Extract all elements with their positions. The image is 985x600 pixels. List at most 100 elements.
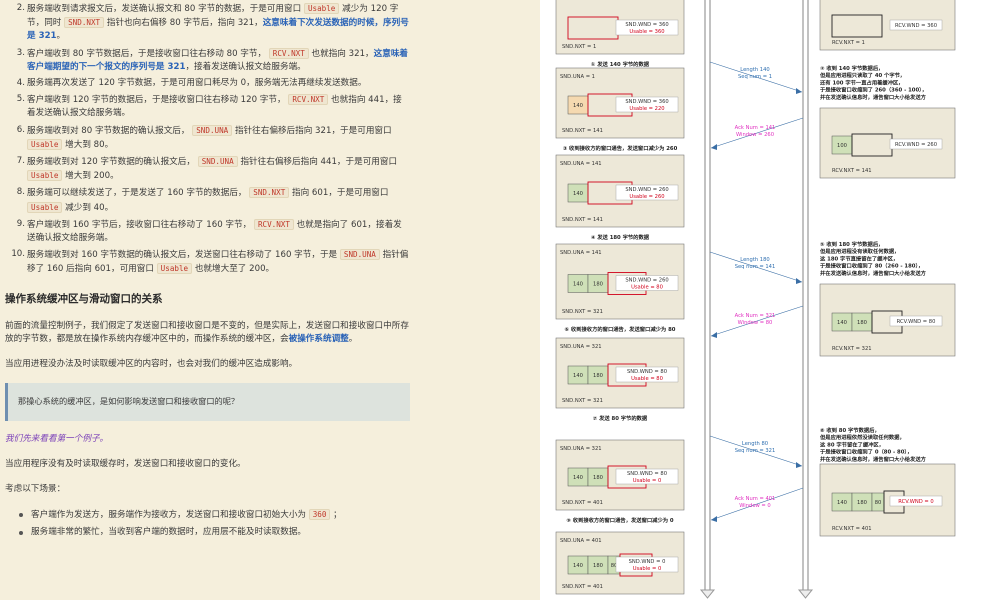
receiver-note-line: 这 180 字节直接留在了缓冲区， <box>820 254 898 262</box>
paragraph-2: 当应用进程没办法及时读取缓冲区的内容时，也会对我们的缓冲区造成影响。 <box>5 359 298 370</box>
buffer-cell-label: 140 <box>837 320 847 326</box>
rcv-nxt-label: RCV.NXT = 1 <box>832 40 865 46</box>
arrow-label: Window = 260 <box>736 132 774 138</box>
snd-nxt-label: SND.NXT = 321 <box>562 398 603 404</box>
step-title: ④ 发送 180 字节的数据 <box>591 233 650 241</box>
snd-nxt-label: SND.NXT = 1 <box>562 44 596 50</box>
text-span: 指针往右偏移后指向 441，于是可用窗口 <box>237 157 398 168</box>
buffer-cell-label: 180 <box>593 475 603 481</box>
inline-code: Usable <box>27 201 63 213</box>
inline-code: SND.UNA <box>339 249 380 261</box>
text-span: 减少到 40。 <box>62 202 114 213</box>
receiver-note-line: 于是接收窗口收缩到了 0（80 - 80）， <box>820 448 912 456</box>
buffer-cell-label: 140 <box>573 475 583 481</box>
rcv-nxt-label: RCV.NXT = 321 <box>832 346 872 352</box>
usable-label: Usable = 260 <box>629 194 664 200</box>
arrowhead <box>796 462 802 468</box>
rcv-wnd-label: RCV.WND = 360 <box>895 23 937 29</box>
snd-wnd-label: SND.WND = 360 <box>625 22 668 28</box>
inline-code: SND.UNA <box>197 156 238 168</box>
snd-wnd-label: SND.WND = 260 <box>625 278 668 284</box>
text-span: ，接着发送确认报文给服务端。 <box>185 61 306 72</box>
inline-code: Usable <box>27 138 63 150</box>
inline-code: SND.NXT <box>64 17 105 29</box>
buffer-cell-label: 80 <box>875 500 882 506</box>
snd-una-label: SND.UNA = 321 <box>560 344 602 350</box>
article-content: 2. 服务端收到请求报文后，发送确认报文和 80 字节的数据，于是可用窗口 Usa… <box>0 0 418 600</box>
step-number: 8. <box>16 187 25 198</box>
inline-code: Usable <box>303 3 340 14</box>
text-span: 服务端收到对 120 字节数据的确认报文后， <box>27 157 198 168</box>
text-span: 增大到 80。 <box>62 139 114 150</box>
arrowhead <box>711 332 717 338</box>
receiver-note-line: 于是接收窗口收缩到了 260（360 - 100）， <box>820 86 927 94</box>
arrowhead <box>796 278 802 284</box>
inline-code: RCV.NXT <box>288 94 329 106</box>
bullet-item: 服务端非常的繁忙，当收到客户端的数据时，应用层不能及时读取数据。 <box>19 526 410 539</box>
text-span: 也就指向 321， <box>308 48 374 59</box>
text-span: 指针往右偏移后指向 321，于是可用窗口 <box>232 125 392 136</box>
text-span: 。 <box>56 31 66 42</box>
step-number: 7. <box>16 156 25 167</box>
step-title: ③ 收到接收方的窗口通告，发送窗口减少为 260 <box>563 144 678 152</box>
receiver-note-line: 并在发送确认信息时，通告窗口大小给发送方 <box>820 93 927 101</box>
arrow-label: Window = 80 <box>738 320 773 326</box>
buffer-cell-label: 180 <box>593 282 603 288</box>
step-title: ⑥ 收到接收方的窗口通告，发送窗口减少为 80 <box>565 325 676 333</box>
paragraph-1-end: 。 <box>348 334 358 345</box>
arrow-label: Window = 0 <box>739 503 770 509</box>
arrow-label: Ack Num = 141 <box>735 125 776 131</box>
rcv-nxt-label: RCV.NXT = 141 <box>832 168 872 174</box>
bullet-item: 客户端作为发送方，服务端作为接收方，发送窗口和接收窗口初始大小为 360 ； <box>19 508 410 522</box>
arrow-label: Length 140 <box>740 67 769 73</box>
buffer-cell-label: 180 <box>857 500 867 506</box>
step-item: 7. 服务端收到对 120 字节数据的确认报文后， SND.UNA 指针往右偏移后… <box>5 155 410 183</box>
text-span: 指针也向右偏移 80 字节后，指向 321， <box>104 18 263 29</box>
rcv-wnd-label: RCV.WND = 0 <box>898 499 933 505</box>
arrowhead <box>711 516 717 522</box>
buffer-cell-label: 180 <box>857 320 867 326</box>
step-item: 3. 客户端收到 80 字节数据后，于是接收窗口往右移动 80 字节， RCV.N… <box>5 47 410 74</box>
snd-wnd-label: SND.WND = 360 <box>625 99 668 105</box>
lifeline-arrowhead <box>797 589 814 599</box>
text-span: 也就增大至了 200。 <box>192 264 275 275</box>
rcv-wnd-label: RCV.WND = 80 <box>897 319 936 325</box>
buffer-cell-label: 140 <box>573 282 583 288</box>
paragraph-1-emphasis: 被操作系统调整 <box>288 334 349 345</box>
arrow-label: Length 80 <box>742 441 768 447</box>
snd-una-label: SND.UNA = 1 <box>560 74 595 80</box>
arrow-label: Length 180 <box>740 257 769 263</box>
inline-code: Usable <box>27 170 63 182</box>
step-title: ① 发送 140 字节的数据 <box>591 60 650 68</box>
arrow-label: Seq num = 141 <box>735 264 776 270</box>
snd-nxt-label: SND.NXT = 141 <box>562 128 603 134</box>
snd-una-label: SND.UNA = 141 <box>560 161 602 167</box>
step-item: 8. 服务端可以继续发送了，于是发送了 160 字节的数据后， SND.NXT 指… <box>5 186 410 214</box>
step-number: 2. <box>16 3 25 13</box>
step-number: 4. <box>16 78 25 89</box>
text-span: 增大到 200。 <box>62 171 119 182</box>
inline-code: 360 <box>308 509 331 521</box>
usable-label: Usable = 360 <box>629 29 664 35</box>
usable-label: Usable = 80 <box>631 285 663 291</box>
sliding-window-diagram: SND.WND = 360 Usable = 360 SND.NXT = 1① 发送… <box>540 0 985 600</box>
arrow-label: Seq num = 1 <box>738 74 772 80</box>
snd-wnd-label: SND.WND = 260 <box>625 187 668 193</box>
receiver-note-line: 于是接收窗口收缩到了 80（260 - 180）， <box>820 262 923 270</box>
usable-label: Usable = 220 <box>629 106 664 112</box>
text-span: 客户端收到 120 字节的数据后，于是接收窗口往右移动 120 字节， <box>27 95 289 106</box>
buffer-cell-label: 100 <box>837 143 847 149</box>
receiver-note-line: 但是应用进程只读取了 40 个字节， <box>819 71 905 79</box>
step-title: ⑨ 收到接收方的窗口通告，发送窗口减少为 0 <box>566 516 674 524</box>
receiver-note-line: 但是应用进程依然没读取任何数据， <box>819 433 905 441</box>
paragraph-4: 当应用程序没有及时读取缓存时，发送窗口和接收窗口的变化。 <box>5 458 246 469</box>
section-heading: 操作系统缓冲区与滑动窗口的关系 <box>5 292 163 305</box>
inline-code: RCV.NXT <box>253 218 294 230</box>
snd-una-label: SND.UNA = 401 <box>560 538 602 544</box>
step-number: 10. <box>11 249 25 260</box>
buffer-cell-label: 180 <box>593 563 603 569</box>
arrowhead <box>796 88 802 94</box>
snd-nxt-label: SND.NXT = 141 <box>562 217 603 223</box>
receiver-note-line: 还有 100 字节一直占用着缓冲区， <box>819 78 904 86</box>
usable-label: Usable = 80 <box>631 376 663 382</box>
